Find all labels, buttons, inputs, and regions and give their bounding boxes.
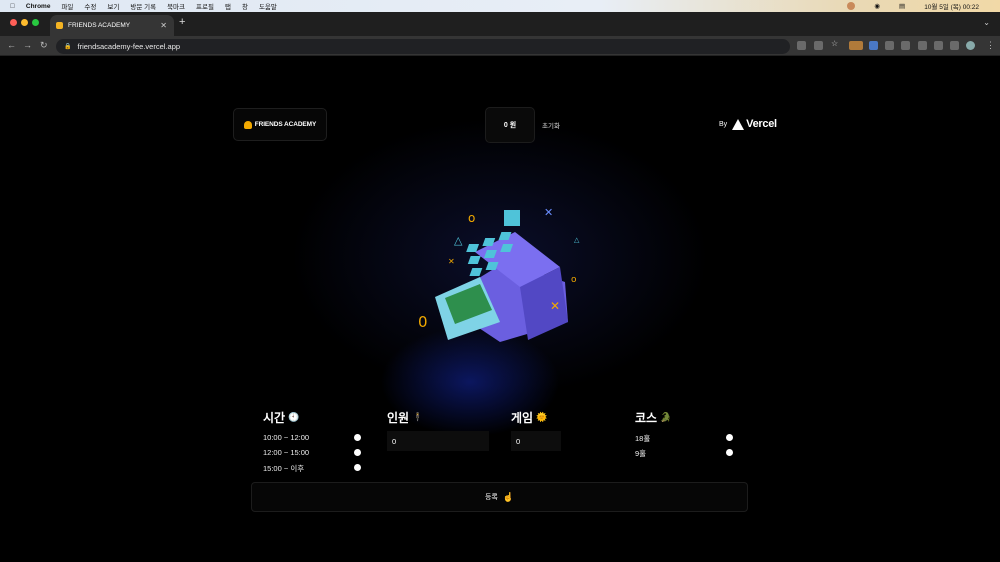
close-window-button[interactable] (10, 19, 17, 26)
decorative-triangle-icon: △ (454, 234, 463, 247)
maximize-window-button[interactable] (32, 19, 39, 26)
people-count-input[interactable] (387, 431, 489, 451)
course-title: 코스 (635, 411, 658, 425)
course-option-label: 18홀 (635, 434, 651, 443)
time-option-radio[interactable] (354, 449, 361, 456)
browser-toolbar: ← → ↻ 🔒 friendsacademy-fee.vercel.app ☆ … (0, 36, 1000, 56)
person-icon: 🕴 (412, 412, 424, 422)
decorative-x-icon: ✕ (448, 257, 455, 266)
course-option-radio[interactable] (726, 434, 733, 441)
register-label: 등록 (484, 494, 498, 501)
logo-icon (243, 120, 252, 129)
menu-bookmarks[interactable]: 북마크 (167, 1, 185, 11)
vercel-logo-icon (732, 118, 745, 130)
golf-icon: 🐊 (660, 412, 672, 422)
people-title: 인원 (387, 411, 410, 425)
extension-icon[interactable] (869, 41, 878, 50)
time-option-radio[interactable] (354, 464, 361, 471)
total-price-value: 0 원 (503, 122, 517, 129)
control-center-icon[interactable]: ◉ (874, 2, 880, 10)
site-logo[interactable]: FRIENDS ACADEMY (233, 108, 327, 141)
game-count-input[interactable] (511, 431, 561, 451)
people-section-title: 인원 🕴 (387, 409, 423, 426)
time-option-label: 12:00 ~ 15:00 (263, 448, 310, 457)
lock-icon[interactable]: 🔒 (64, 43, 71, 50)
new-tab-icon[interactable]: + (179, 16, 185, 28)
minimize-window-button[interactable] (21, 19, 28, 26)
by-vercel-link[interactable]: By Vercel (719, 118, 777, 130)
download-icon[interactable] (934, 41, 943, 50)
menubar-extra-icon[interactable]: ▤ (899, 2, 905, 10)
menu-profiles[interactable]: 프로필 (196, 1, 214, 11)
url-text: friendsacademy-fee.vercel.app (77, 42, 181, 51)
time-option-label: 15:00 ~ 이후 (263, 464, 305, 473)
course-option-label: 9홀 (635, 449, 647, 458)
tab-search-chevron-icon[interactable]: ⌄ (983, 18, 990, 27)
menubar-datetime[interactable]: 10월 5일 (목) 00:22 (924, 1, 979, 11)
menu-file[interactable]: 파일 (61, 1, 73, 11)
extension-icon[interactable] (885, 41, 894, 50)
decorative-x-icon: ✕ (544, 206, 553, 219)
browser-tab[interactable]: FRIENDS ACADEMY ✕ (50, 15, 174, 36)
share-icon[interactable] (814, 41, 823, 50)
pointer-cursor-icon: ☝ (502, 491, 515, 502)
menu-tab[interactable]: 탭 (225, 1, 231, 11)
back-icon[interactable]: ← (7, 40, 16, 50)
tab-title: FRIENDS ACADEMY (68, 22, 131, 29)
close-tab-icon[interactable]: ✕ (160, 21, 167, 30)
extension-icon[interactable] (849, 41, 863, 50)
clock-icon: 🕙 (288, 412, 300, 422)
browser-tabbar: FRIENDS ACADEMY ✕ + ⌄ (0, 12, 1000, 36)
time-option-radio[interactable] (354, 434, 361, 441)
avatar[interactable] (847, 2, 856, 10)
course-option-radio[interactable] (726, 449, 733, 456)
time-section-title: 시간 🕙 (263, 409, 299, 426)
register-button[interactable]: 등록 ☝ (251, 482, 748, 512)
vercel-label: Vercel (746, 118, 777, 130)
address-bar[interactable]: 🔒 friendsacademy-fee.vercel.app (56, 39, 790, 54)
menu-edit[interactable]: 수정 (84, 1, 96, 11)
game-section-title: 게임 🌞 (511, 409, 547, 426)
favicon-icon (56, 22, 63, 29)
menu-window[interactable]: 창 (242, 1, 248, 11)
time-title: 시간 (263, 411, 286, 425)
menu-history[interactable]: 방문 기록 (130, 1, 156, 11)
course-section-title: 코스 🐊 (635, 409, 671, 426)
decorative-circle-icon: 0 (418, 313, 428, 331)
cash-register-illustration: o △ ✕ ✕ ✕ 0 o △ (418, 206, 580, 342)
more-menu-icon[interactable]: ⋮ (986, 40, 995, 51)
decorative-circle-icon: o (468, 211, 475, 225)
extension-icon[interactable] (901, 41, 910, 50)
logo-text: FRIENDS ACADEMY (254, 121, 317, 128)
macos-menubar:  Chrome 파일 수정 보기 방문 기록 북마크 프로필 탭 창 도움말 … (0, 0, 1000, 12)
menu-help[interactable]: 도움말 (259, 1, 277, 11)
forward-icon[interactable]: → (23, 40, 32, 50)
menu-view[interactable]: 보기 (107, 1, 119, 11)
page-content: FRIENDS ACADEMY 0 원 초기화 By Vercel o △ ✕ … (0, 57, 1000, 562)
decorative-circle-icon: o (571, 275, 577, 285)
menubar-status: ◉ ▤ 10월 5일 (목) 00:22 (847, 0, 990, 12)
time-option-label: 10:00 ~ 12:00 (263, 433, 310, 442)
decorative-x-icon: ✕ (550, 299, 560, 313)
avatar[interactable] (966, 41, 975, 50)
register-display (504, 210, 520, 226)
decorative-triangle-icon: △ (574, 236, 580, 244)
reset-button[interactable]: 초기화 (542, 120, 560, 130)
sidepanel-icon[interactable] (950, 41, 959, 50)
total-price: 0 원 (485, 107, 535, 143)
by-label: By (719, 120, 728, 128)
apple-icon[interactable]:  (10, 3, 15, 10)
translate-icon[interactable] (797, 41, 806, 50)
game-title: 게임 (511, 411, 534, 425)
reload-icon[interactable]: ↻ (40, 40, 48, 51)
sun-icon: 🌞 (536, 412, 548, 422)
bookmark-star-icon[interactable]: ☆ (831, 39, 840, 48)
puzzle-icon[interactable] (918, 41, 927, 50)
menubar-app-name[interactable]: Chrome (26, 3, 51, 10)
